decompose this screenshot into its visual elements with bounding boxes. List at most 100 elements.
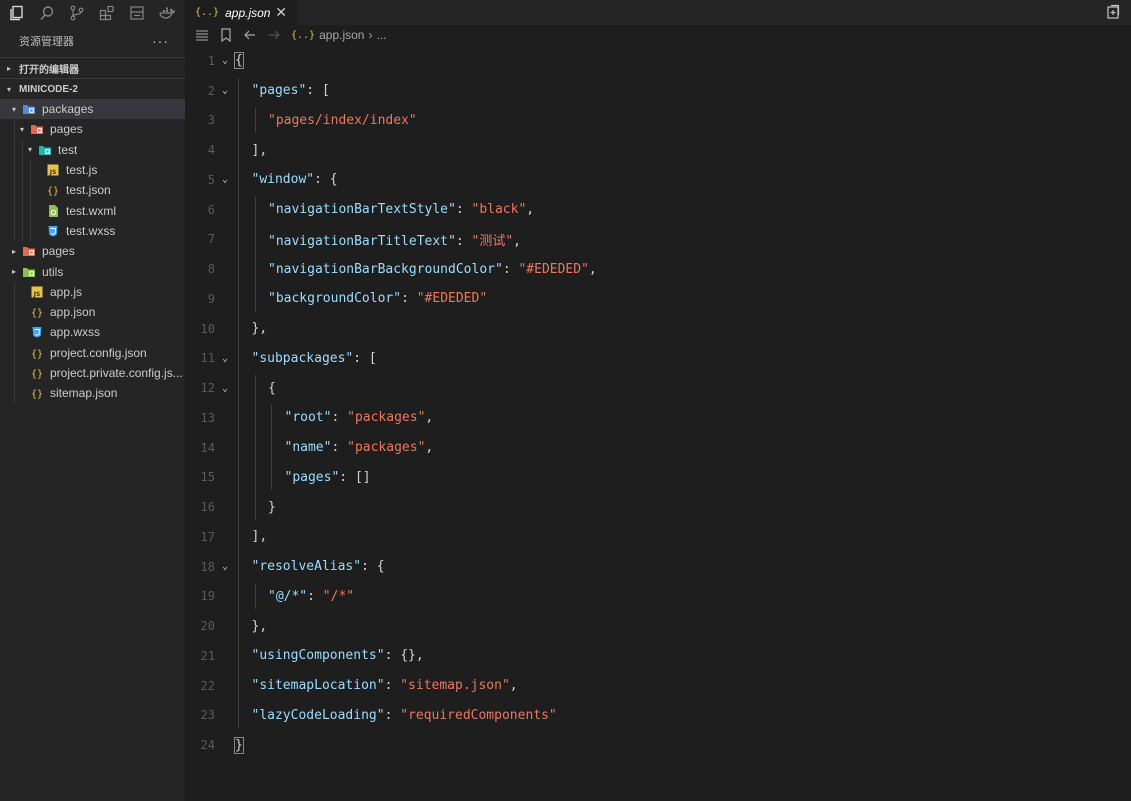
wxss-file-icon <box>30 325 44 339</box>
extensions-icon[interactable] <box>96 2 118 24</box>
json-key: "@/*" <box>268 588 308 604</box>
chevron-right-icon: › <box>368 28 373 42</box>
files-icon[interactable] <box>6 2 28 24</box>
indent-guide <box>14 383 15 404</box>
json-key: "name" <box>284 440 332 456</box>
json-file-icon: {..} <box>291 29 316 41</box>
code-line: 1 ⌄{ <box>187 46 1131 76</box>
json-string: "black" <box>471 202 527 218</box>
code-text: "lazyCodeLoading": "requiredComponents" <box>235 708 557 723</box>
folder-icon <box>22 102 36 116</box>
json-punctuation: : { <box>361 559 385 575</box>
json-string: "/*" <box>322 588 355 604</box>
tree-item[interactable]: app.wxss <box>0 322 185 343</box>
arrow-right-icon[interactable] <box>267 28 281 42</box>
docker-icon[interactable] <box>156 2 178 24</box>
source-control-icon[interactable] <box>66 2 88 24</box>
indent-guide <box>14 220 15 242</box>
arrow-left-icon[interactable] <box>243 28 257 42</box>
svg-text:{}: {} <box>47 186 59 197</box>
json-punctuation: : <box>331 440 348 456</box>
tree-item[interactable]: {} test.json <box>0 180 185 201</box>
activity-bar <box>0 0 185 25</box>
json-key: "lazyCodeLoading" <box>251 707 385 723</box>
open-editors-section[interactable]: ▸ 打开的编辑器 <box>0 57 185 78</box>
line-number: 18 <box>200 559 215 574</box>
indent-guide <box>22 200 23 221</box>
code-editor[interactable]: 1 ⌄{2 ⌄ "pages": [3 "pages/index/index" 4], 5 ⌄… <box>187 46 1131 801</box>
tree-item-label: app.json <box>50 305 96 320</box>
breadcrumb-rest[interactable]: ... <box>376 28 386 42</box>
code-text: }, <box>235 619 268 634</box>
fold-icon[interactable]: ⌄ <box>215 174 235 185</box>
json-punctuation: , <box>588 261 597 277</box>
svg-text:{}: {} <box>31 389 43 400</box>
chevron-right-icon: ▸ <box>7 63 12 73</box>
json-punctuation: : <box>331 410 348 426</box>
list-icon[interactable] <box>195 28 209 42</box>
breadcrumb-file[interactable]: app.json <box>319 28 364 42</box>
line-number: 12 <box>200 381 215 396</box>
code-text: }, <box>235 321 268 337</box>
indent-guide <box>271 405 272 491</box>
json-punctuation: { <box>268 380 276 396</box>
code-line: 12 ⌄ { <box>187 373 1131 403</box>
file-tree: ▾ packages ▾ pages ▾ test JS test.js {} test.json… <box>0 99 185 404</box>
code-line: 7 "navigationBarTitleText": "测试", <box>187 225 1131 255</box>
line-number: 3 <box>207 113 215 128</box>
tree-item[interactable]: test.wxml <box>0 200 185 221</box>
fold-icon[interactable]: ⌄ <box>215 383 235 394</box>
tree-item[interactable]: ▸ pages <box>0 241 185 261</box>
more-actions-icon[interactable]: ··· <box>152 33 169 49</box>
tree-item[interactable]: {} app.json <box>0 301 185 323</box>
project-section[interactable]: ▾ MINICODE-2 <box>0 78 185 99</box>
close-icon[interactable]: ✕ <box>275 4 287 21</box>
tree-item[interactable]: ▸ utils <box>0 261 185 281</box>
json-punctuation: : {}, <box>384 648 424 664</box>
line-number: 23 <box>200 708 215 723</box>
fold-icon[interactable]: ⌄ <box>215 353 235 364</box>
tree-item[interactable]: {} project.private.config.js... <box>0 362 185 384</box>
indent-guide <box>30 159 31 181</box>
json-file-icon: {} <box>30 386 44 400</box>
chevron-down-icon: ▾ <box>11 104 16 114</box>
tree-item[interactable]: ▾ test <box>0 139 185 160</box>
open-changes-icon[interactable] <box>1105 4 1121 20</box>
code-text: ], <box>235 143 268 158</box>
code-line: 23 "lazyCodeLoading": "requiredComponents… <box>187 701 1131 731</box>
json-key: "sitemapLocation" <box>251 678 385 694</box>
json-punctuation: : <box>384 678 401 694</box>
breadcrumb[interactable]: {..} app.json › ... <box>291 28 386 42</box>
tree-item[interactable]: ▾ pages <box>0 119 185 140</box>
tab-app-json[interactable]: {..} app.json ✕ <box>187 0 297 25</box>
tree-item-label: test.wxss <box>66 223 116 238</box>
tree-item[interactable]: test.wxss <box>0 220 185 242</box>
json-punctuation: : <box>455 233 472 249</box>
box-icon[interactable] <box>126 2 148 24</box>
open-editors-label: 打开的编辑器 <box>19 64 79 76</box>
indent-guide <box>14 322 15 343</box>
tree-item[interactable]: {} project.config.json <box>0 342 185 363</box>
tree-item-label: pages <box>42 244 75 259</box>
code-line: 4], <box>187 135 1131 165</box>
fold-icon[interactable]: ⌄ <box>215 55 235 66</box>
code-line: 19 "@/*": "/*" <box>187 582 1131 612</box>
tree-item[interactable]: ▾ packages <box>0 99 185 120</box>
code-line: 8 "navigationBarBackgroundColor": "#EDEDE… <box>187 254 1131 284</box>
json-punctuation: }, <box>251 321 268 337</box>
fold-icon[interactable]: ⌄ <box>215 85 235 96</box>
tree-item[interactable]: {} sitemap.json <box>0 383 185 404</box>
code-line: 20}, <box>187 611 1131 641</box>
tree-item[interactable]: JS app.js <box>0 281 185 302</box>
code-line: 6 "navigationBarTextStyle": "black", <box>187 195 1131 225</box>
fold-icon[interactable]: ⌄ <box>215 561 235 572</box>
explorer-header: 资源管理器 ··· <box>0 25 185 57</box>
code-line: 5 ⌄ "window": { <box>187 165 1131 195</box>
search-icon[interactable] <box>36 2 58 24</box>
tree-item-label: test <box>58 142 78 157</box>
breadcrumb-bar: {..} app.json › ... <box>187 25 1131 45</box>
code-line: 15 "pages": [] <box>187 463 1131 493</box>
code-text: "window": { <box>235 172 338 187</box>
bookmark-icon[interactable] <box>219 28 233 42</box>
tree-item[interactable]: JS test.js <box>0 159 185 181</box>
